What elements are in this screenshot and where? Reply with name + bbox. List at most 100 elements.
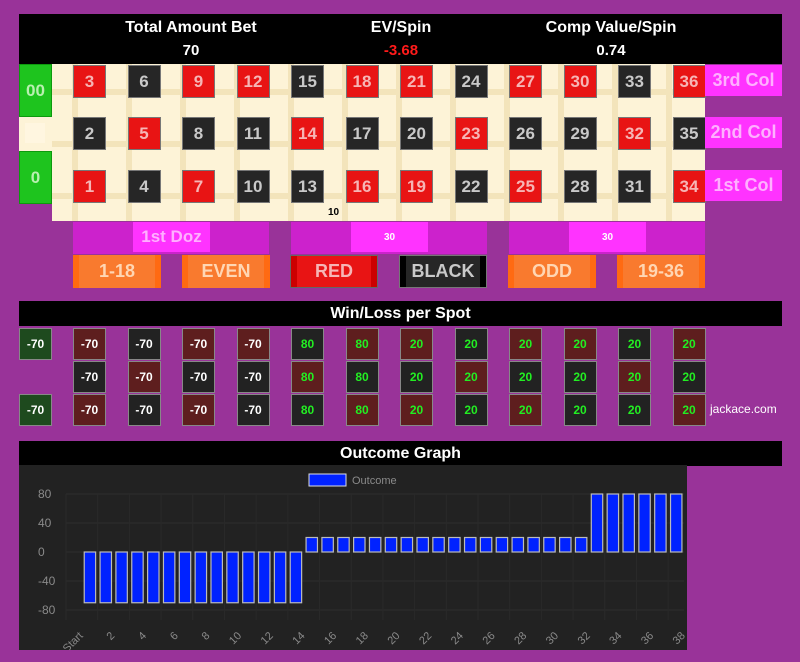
winloss-cell-33: 20	[618, 328, 651, 360]
dozen-bet-2nd[interactable]: 30	[291, 222, 487, 254]
number-bet-5[interactable]: 5	[127, 117, 161, 150]
number-bet-19[interactable]: 19	[400, 170, 433, 203]
number-bet-16[interactable]: 16	[345, 170, 379, 203]
number-bet-8[interactable]: 8	[182, 117, 215, 150]
total-bet-stat: Total Amount Bet 70	[71, 16, 311, 62]
winloss-cell-4: -70	[127, 394, 161, 426]
bet-19-36[interactable]: 19-36	[617, 255, 705, 288]
number-bet-13[interactable]: 13	[291, 170, 324, 203]
outcome-chart-container: 80 40 0 -40 -80 Start 2 4 6 8 10 12 14 16 18 20 22 24 26 28…	[19, 465, 688, 655]
bar-4	[131, 551, 144, 604]
legend-label[interactable]: Outcome	[352, 475, 397, 487]
number-bet-28[interactable]: 28	[563, 170, 597, 203]
column-bet-3rd[interactable]: 3rd Col	[705, 65, 782, 96]
winloss-title: Win/Loss per Spot	[19, 301, 782, 326]
x-tick-label: 36	[639, 630, 656, 647]
number-bet-17[interactable]: 17	[345, 117, 379, 150]
number-bet-15[interactable]: 15	[291, 65, 324, 98]
number-bet-1[interactable]: 1	[73, 170, 106, 203]
x-tick-label: 22	[417, 630, 434, 647]
winloss-cell-10: -70	[236, 394, 270, 426]
winloss-cell-29: 20	[563, 361, 597, 393]
legend-swatch[interactable]	[308, 473, 347, 487]
bet-red[interactable]: RED	[290, 255, 378, 288]
dozen-bet-3rd[interactable]: 30	[509, 222, 705, 254]
bet-even[interactable]: EVEN	[182, 255, 270, 288]
winloss-cell-24: 20	[454, 328, 488, 360]
winloss-cell-1: -70	[73, 394, 106, 426]
winloss-cell-31: 20	[618, 394, 651, 426]
winloss-cell-16: 80	[345, 394, 379, 426]
bar-26	[479, 536, 493, 553]
number-bet-12[interactable]: 12	[236, 65, 270, 98]
x-tick-label: 24	[449, 630, 466, 647]
number-bet-26[interactable]: 26	[509, 117, 542, 150]
x-tick-label: 30	[544, 630, 561, 647]
bar-32	[574, 536, 588, 553]
x-tick-label: 34	[607, 630, 624, 647]
bar-31	[559, 536, 572, 553]
number-bet-9[interactable]: 9	[182, 65, 215, 98]
zero-bet[interactable]: 0	[19, 151, 52, 204]
x-tick-label: 2	[105, 630, 118, 643]
x-tick-label: 14	[290, 630, 307, 647]
winloss-cell-12: -70	[236, 328, 270, 360]
number-bet-36[interactable]: 36	[672, 65, 706, 98]
credit-link[interactable]: jackace.com	[710, 402, 777, 416]
number-bet-10[interactable]: 10	[236, 170, 270, 203]
bar-10	[226, 551, 239, 604]
number-bet-32[interactable]: 32	[618, 117, 651, 150]
number-bet-31[interactable]: 31	[618, 170, 651, 203]
winloss-cell-30: 20	[563, 328, 597, 360]
number-bet-20[interactable]: 20	[400, 117, 433, 150]
bar-14	[289, 551, 303, 604]
number-bet-29[interactable]: 29	[563, 117, 597, 150]
number-bet-18[interactable]: 18	[345, 65, 379, 98]
ev-stat: EV/Spin -3.68	[281, 16, 521, 62]
number-bet-3[interactable]: 3	[73, 65, 106, 98]
bar-27	[495, 536, 509, 553]
number-bet-21[interactable]: 21	[400, 65, 433, 98]
column-bet-2nd[interactable]: 2nd Col	[705, 117, 782, 148]
zero-gap	[19, 116, 52, 152]
x-tick-label: 26	[481, 630, 498, 647]
number-bet-34[interactable]: 34	[672, 170, 706, 203]
winloss-cell-35: 20	[672, 361, 706, 393]
number-bet-27[interactable]: 27	[509, 65, 542, 98]
number-bet-14[interactable]: 14	[291, 117, 324, 150]
number-bet-11[interactable]: 11	[236, 117, 270, 150]
bar-36	[638, 493, 651, 553]
number-bet-4[interactable]: 4	[127, 170, 161, 203]
winloss-cell-zero: -70	[19, 328, 52, 360]
winloss-cell-23: 20	[454, 361, 488, 393]
number-bet-2[interactable]: 2	[73, 117, 106, 150]
number-bet-30[interactable]: 30	[563, 65, 597, 98]
winloss-cell-32: 20	[618, 361, 651, 393]
number-bet-22[interactable]: 22	[454, 170, 488, 203]
column-bet-1st[interactable]: 1st Col	[705, 170, 782, 201]
winloss-cell-11: -70	[236, 361, 270, 393]
corner-bet-chip[interactable]: 10	[328, 207, 339, 218]
dozen-bet-1st[interactable]: 1st Doz	[73, 222, 269, 254]
winloss-cell-14: 80	[291, 361, 324, 393]
total-bet-value: 70	[182, 42, 200, 59]
winloss-cell-19: 20	[400, 394, 433, 426]
bet-odd[interactable]: ODD	[508, 255, 596, 288]
number-bet-23[interactable]: 23	[454, 117, 488, 150]
bar-8	[194, 551, 208, 604]
x-tick-label: 10	[227, 630, 244, 647]
number-bet-35[interactable]: 35	[672, 117, 706, 150]
number-bet-33[interactable]: 33	[618, 65, 651, 98]
number-bet-6[interactable]: 6	[127, 65, 161, 98]
winloss-cell-3: -70	[73, 328, 106, 360]
bar-15	[305, 536, 319, 553]
bar-35	[622, 493, 636, 553]
bar-34	[606, 493, 620, 553]
comp-label: Comp Value/Spin	[545, 19, 677, 36]
number-bet-7[interactable]: 7	[182, 170, 215, 203]
bet-black[interactable]: BLACK	[399, 255, 487, 288]
double-zero-bet[interactable]: 00	[19, 64, 52, 117]
bet-1-18[interactable]: 1-18	[73, 255, 161, 288]
number-bet-24[interactable]: 24	[454, 65, 488, 98]
number-bet-25[interactable]: 25	[509, 170, 542, 203]
